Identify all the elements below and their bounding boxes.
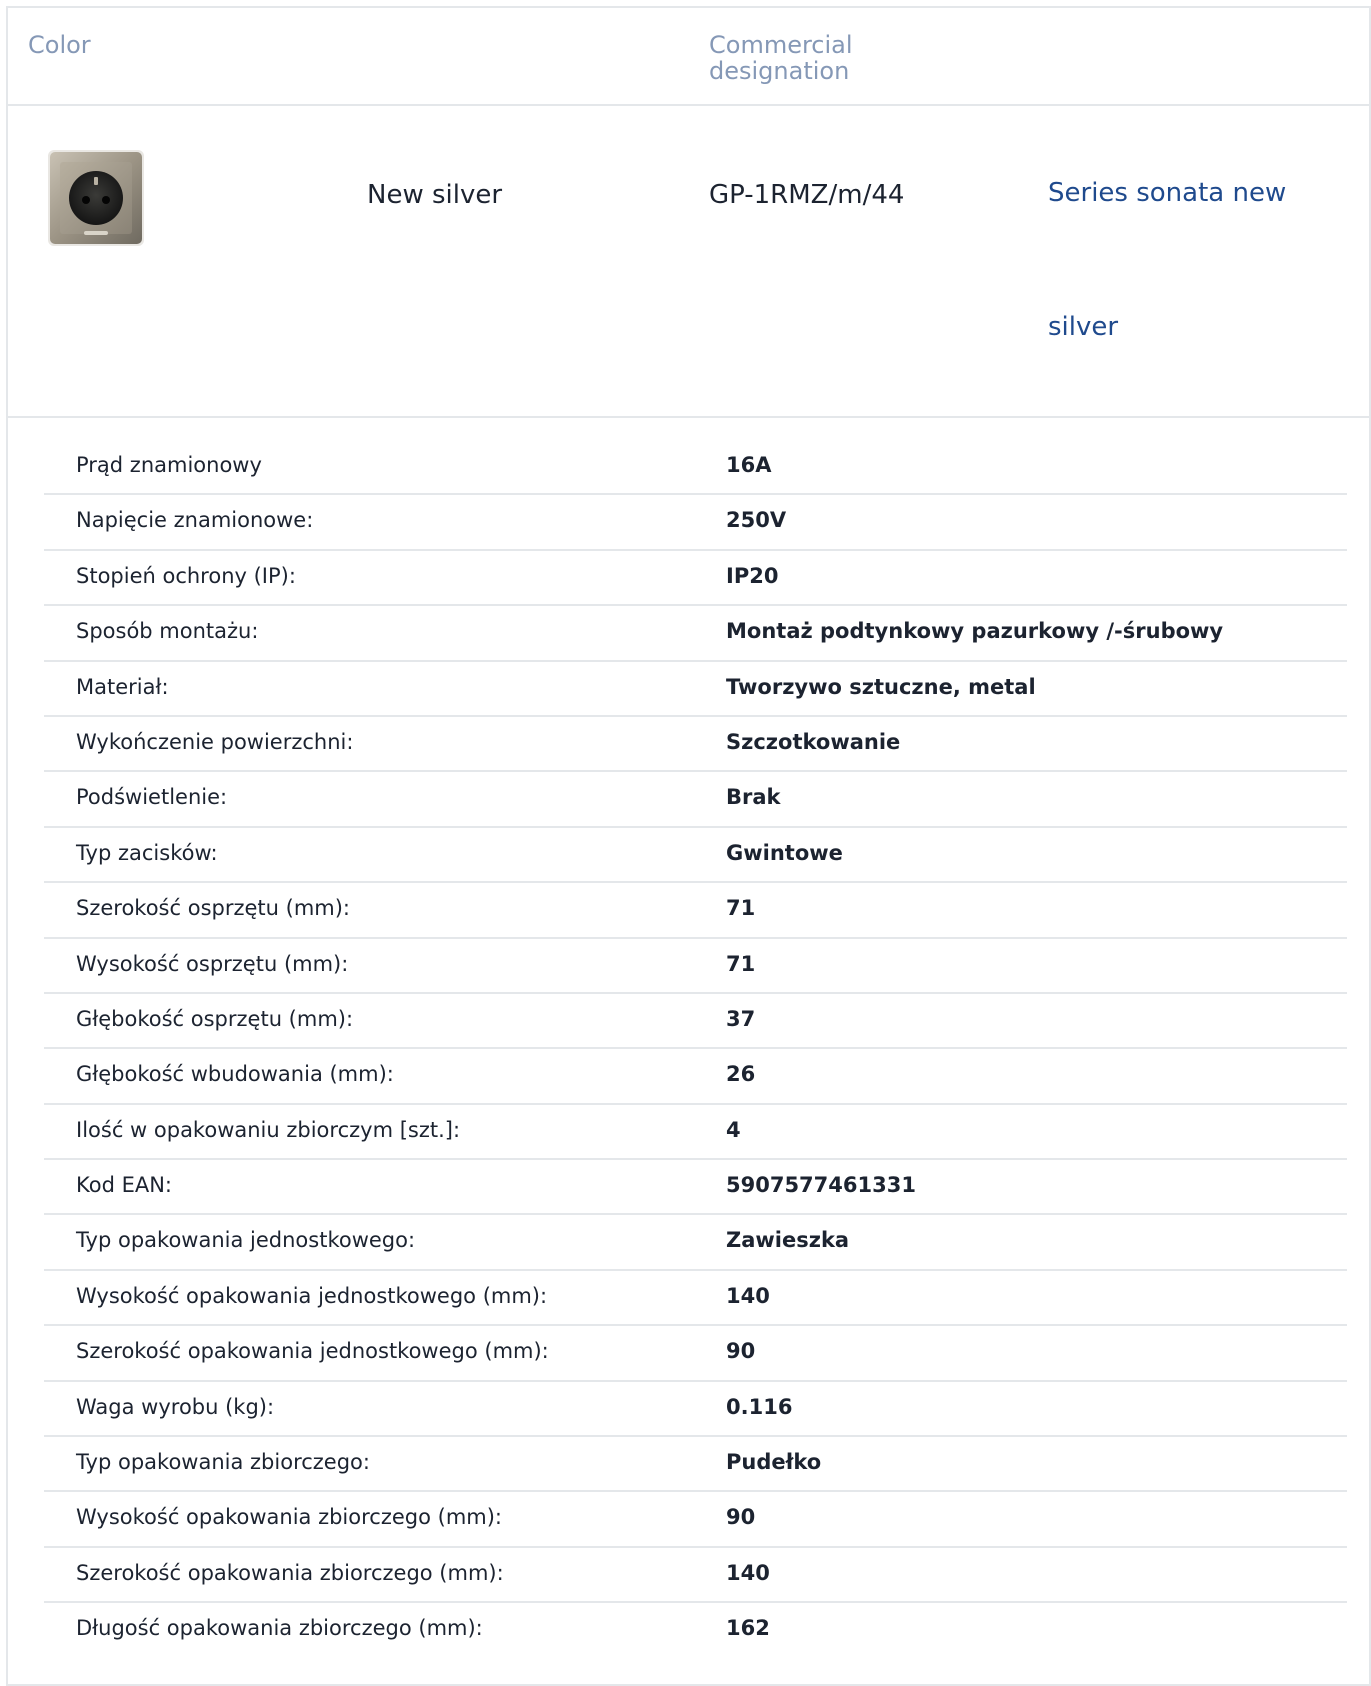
spec-label: Waga wyrobu (kg): (76, 1394, 275, 1419)
spec-label: Szerokość osprzętu (mm): (76, 896, 351, 921)
spec-row: Typ zacisków: Gwintowe (44, 828, 1347, 884)
spec-row: Ilość w opakowaniu zbiorczym [szt.]: 4 (44, 1105, 1347, 1161)
spec-value: 140 (726, 1560, 770, 1585)
series-link[interactable]: Series sonata new silver (1048, 126, 1338, 394)
spec-label: Wysokość osprzętu (mm): (76, 951, 349, 976)
spec-value: Szczotkowanie (726, 729, 901, 754)
spec-row: Wykończenie powierzchni: Szczotkowanie (44, 717, 1347, 773)
color-column-header: Color (28, 31, 91, 59)
spec-value: 16A (726, 453, 772, 477)
spec-label: Podświetlenie: (76, 785, 228, 810)
spec-row: Szerokość opakowania zbiorczego (mm): 140 (44, 1548, 1347, 1604)
spec-value: Montaż podtynkowy pazurkowy /-śrubowy (726, 619, 1224, 644)
spec-value: Brak (726, 785, 781, 810)
spec-row: Kod EAN: 5907577461331 (44, 1160, 1347, 1216)
spec-label: Ilość w opakowaniu zbiorczym [szt.]: (76, 1117, 461, 1142)
spec-label: Typ zacisków: (76, 840, 218, 865)
spec-row: Typ opakowania zbiorczego: Pudełko (44, 1437, 1347, 1493)
spec-value: Gwintowe (726, 840, 843, 865)
spec-row: Szerokość osprzętu (mm): 71 (44, 883, 1347, 939)
designation-column-header: Commercial designation (709, 32, 879, 84)
spec-row: Stopień ochrony (IP): IP20 (44, 551, 1347, 607)
product-code: GP-1RMZ/m/44 (709, 180, 905, 210)
spec-label: Prąd znamionowy (76, 453, 262, 477)
spec-label: Napięcie znamionowe: (76, 508, 314, 533)
spec-label: Typ opakowania zbiorczego: (76, 1450, 370, 1475)
spec-value: 5907577461331 (726, 1173, 916, 1198)
spec-value: 71 (726, 951, 756, 976)
spec-row: Wysokość opakowania zbiorczego (mm): 90 (44, 1492, 1347, 1548)
spec-label: Stopień ochrony (IP): (76, 563, 296, 588)
spec-label: Szerokość opakowania zbiorczego (mm): (76, 1560, 504, 1585)
spec-value: Pudełko (726, 1450, 822, 1475)
power-socket-icon (26, 128, 166, 268)
spec-label: Głębokość wbudowania (mm): (76, 1062, 394, 1087)
spec-label: Sposób montażu: (76, 619, 259, 644)
spec-value: 4 (726, 1117, 741, 1142)
spec-value: 250V (726, 508, 787, 533)
spec-row: Sposób montażu: Montaż podtynkowy pazurko… (44, 606, 1347, 662)
spec-value: 140 (726, 1283, 770, 1308)
spec-label: Typ opakowania jednostkowego: (76, 1228, 416, 1253)
spec-value: 90 (726, 1505, 756, 1530)
spec-value: 71 (726, 896, 756, 921)
spec-row: Waga wyrobu (kg): 0.116 (44, 1382, 1347, 1438)
spec-row: Wysokość opakowania jednostkowego (mm): 1… (44, 1271, 1347, 1327)
spec-row: Typ opakowania jednostkowego: Zawieszka (44, 1215, 1347, 1271)
spec-label: Wysokość opakowania jednostkowego (mm): (76, 1283, 548, 1308)
spec-label: Wysokość opakowania zbiorczego (mm): (76, 1505, 502, 1530)
spec-label: Materiał: (76, 674, 169, 699)
spec-value: 0.116 (726, 1394, 793, 1419)
spec-label: Kod EAN: (76, 1173, 172, 1198)
spec-row: Głębokość osprzętu (mm): 37 (44, 994, 1347, 1050)
spec-row: Szerokość opakowania jednostkowego (mm):… (44, 1326, 1347, 1382)
spec-row: Długość opakowania zbiorczego (mm): 162 (44, 1603, 1347, 1658)
spec-value: Zawieszka (726, 1228, 850, 1253)
spec-label: Wykończenie powierzchni: (76, 729, 354, 754)
spec-row: Napięcie znamionowe: 250V (44, 495, 1347, 551)
product-row: New silver GP-1RMZ/m/44 Series sonata ne… (8, 106, 1371, 418)
spec-value: 26 (726, 1062, 756, 1087)
spec-label: Szerokość opakowania jednostkowego (mm): (76, 1339, 549, 1364)
designation-header-text: Commercial designation (709, 31, 853, 85)
spec-value: 90 (726, 1339, 756, 1364)
spec-label: Głębokość osprzętu (mm): (76, 1006, 354, 1031)
spec-value: IP20 (726, 563, 779, 588)
product-color: New silver (367, 180, 503, 210)
table-header: Color Commercial designation (8, 8, 1371, 106)
spec-row: Wysokość osprzętu (mm): 71 (44, 939, 1347, 994)
spec-value: 162 (726, 1616, 770, 1641)
spec-label: Długość opakowania zbiorczego (mm): (76, 1616, 483, 1641)
spec-value: Tworzywo sztuczne, metal (726, 674, 1036, 699)
spec-row: Podświetlenie: Brak (44, 772, 1347, 828)
spec-value: 37 (726, 1006, 756, 1031)
specifications-list: Prąd znamionowy 16A Napięcie znamionowe: 25… (44, 440, 1347, 1659)
spec-row: Materiał: Tworzywo sztuczne, metal (44, 662, 1347, 717)
spec-row: Głębokość wbudowania (mm): 26 (44, 1049, 1347, 1105)
spec-row: Prąd znamionowy 16A (44, 440, 1347, 496)
